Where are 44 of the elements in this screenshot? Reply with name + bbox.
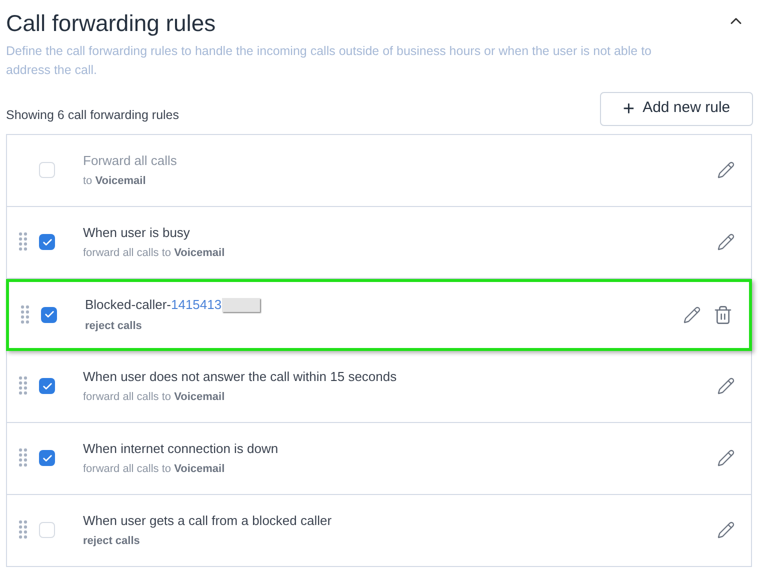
rule-title: When user is busy [83,224,190,242]
edit-icon[interactable] [717,377,735,395]
check-icon [42,236,52,248]
rule-row[interactable]: When user is busy forward all calls to Voicemail [7,206,751,278]
edit-icon[interactable] [717,521,735,539]
rule-title: Forward all calls [83,152,177,170]
rule-action: reject calls [83,534,141,549]
rule-title: When internet connection is down [83,440,278,458]
rule-action: forward all calls to Voicemail [83,462,226,477]
section-title: Call forwarding rules [6,9,216,38]
rules-count: Showing 6 call forwarding rules [6,106,180,124]
rule-title: Blocked-caller-1415413 [85,296,222,314]
rule-action: to Voicemail [83,174,147,189]
rule-action: forward all calls to Voicemail [83,246,226,261]
checkbox[interactable] [39,378,55,394]
rule-action: reject calls [85,318,143,334]
drag-handle-icon[interactable] [19,448,27,468]
rule-action: forward all calls to Voicemail [83,390,226,405]
check-icon [42,452,52,464]
rule-title: When user does not answer the call within 15 seconds [83,368,397,386]
checkbox[interactable] [41,306,57,322]
selected-rule-row[interactable]: Blocked-caller-1415413 reject calls [6,278,752,350]
drag-handle-icon[interactable] [21,304,29,324]
edit-icon[interactable] [683,306,701,324]
drag-handle-icon[interactable] [19,232,27,252]
edit-icon[interactable] [717,233,735,251]
drag-handle-icon[interactable] [19,376,27,396]
checkbox[interactable] [39,522,55,538]
check-icon [42,380,52,392]
edit-icon[interactable] [717,449,735,467]
section-description: Define the call forwarding rules to handle the incoming calls outside of business hours or when the user is not able to address the call. [6,42,653,78]
checkbox[interactable] [39,450,55,466]
check-icon [44,309,54,320]
rule-row[interactable]: When internet connection is down forward all calls to Voicemail [7,422,751,494]
checkbox[interactable] [39,162,55,178]
edit-icon[interactable] [717,161,735,179]
rule-row[interactable]: When user gets a call from a blocked caller reject calls [7,494,751,566]
add-rule-button[interactable]: + Add new rule [600,92,753,126]
rule-title: When user gets a call from a blocked caller [83,512,332,530]
rule-row[interactable]: Forward all calls to Voicemail [7,134,751,206]
rule-row[interactable]: When user does not answer the call within 15 seconds forward all calls to Voicemail [7,350,751,422]
delete-icon[interactable] [713,304,733,324]
drag-handle-icon[interactable] [19,520,27,540]
checkbox[interactable] [39,234,55,250]
